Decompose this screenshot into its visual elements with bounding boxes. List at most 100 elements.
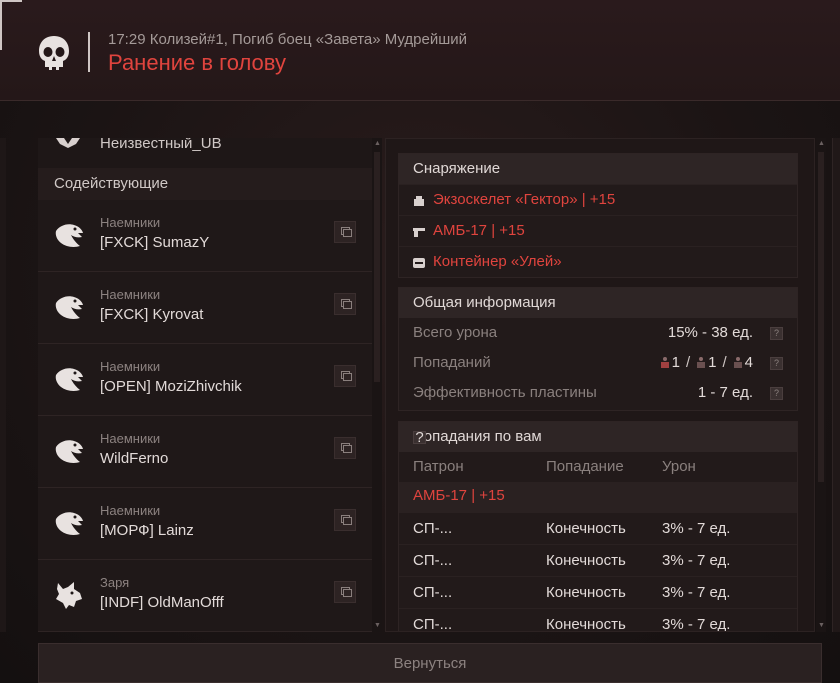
help-icon[interactable]: ? [770, 327, 783, 340]
player-name: [МОРФ] Lainz [100, 522, 194, 539]
table-row[interactable]: СП-... Конечность 3% - 7 ед. [399, 608, 797, 632]
table-row[interactable]: СП-... Конечность 3% - 7 ед. [399, 576, 797, 608]
hit-cell: Конечность [546, 584, 626, 601]
player-faction: Наемники [100, 287, 161, 302]
copy-name-button[interactable] [334, 581, 356, 603]
hit-cell: Конечность [546, 616, 626, 632]
player-name: [FXCK] SumazY [100, 234, 210, 251]
general-info-title: Общая информация [413, 294, 556, 311]
equipment-name: Контейнер «Улей» [433, 253, 562, 270]
container-icon [413, 258, 425, 268]
eagle-icon [55, 440, 83, 463]
app-frame: 17:29 Колизей#1, Погиб боец «Завета» Муд… [0, 0, 840, 683]
total-damage-value: 15% - 38 ед. [667, 324, 753, 341]
armor-icon [414, 196, 424, 206]
scroll-thumb[interactable] [374, 152, 380, 382]
unknown-faction-icon [56, 138, 80, 148]
list-item[interactable]: Наемники [FXCK] SumazY [38, 200, 372, 272]
ammo-cell: СП-... [413, 520, 453, 537]
hits-on-you-card: Попадания по вам ? Патрон Попадание Урон… [398, 421, 798, 632]
equipment-card: Снаряжение Экзоскелет «Гектор» | +15 АМБ… [398, 153, 798, 278]
plate-value: 1 - 7 ед. [697, 384, 753, 401]
column-damage: Урон [662, 458, 696, 475]
killer-row[interactable]: Неизвестный_UB [38, 138, 372, 158]
eagle-icon [55, 512, 83, 535]
damage-cell: 3% - 7 ед. [662, 616, 731, 632]
general-info-card: Общая информация Всего урона 15% - 38 ед… [398, 287, 798, 411]
back-button-label: Вернуться [393, 655, 467, 672]
weapon-group: АМБ-17 | +15 [399, 482, 797, 512]
hit-cell: Конечность [546, 552, 626, 569]
copy-name-button[interactable] [334, 293, 356, 315]
corner-decoration [0, 0, 22, 50]
head-hit-icon [660, 357, 669, 368]
list-item[interactable]: Заря [INDF] OldManOfff [38, 560, 372, 632]
header: 17:29 Колизей#1, Погиб боец «Завета» Муд… [0, 0, 840, 101]
copy-name-button[interactable] [334, 509, 356, 531]
eagle-icon [55, 224, 83, 247]
player-name: [FXCK] Kyrovat [100, 306, 204, 323]
equipment-item[interactable]: Контейнер «Улей» [399, 246, 797, 277]
player-faction: Наемники [100, 215, 161, 230]
left-scrollbar[interactable]: ▲ ▼ [372, 138, 382, 632]
player-name: WildFerno [100, 450, 169, 467]
total-damage-label: Всего урона [413, 324, 498, 341]
hits-label: Попаданий [413, 354, 491, 371]
hits-row: Попаданий 1/1/4 ? [399, 348, 797, 378]
assistants-header: Содействующие [38, 168, 372, 200]
copy-name-button[interactable] [334, 365, 356, 387]
limb-hit-icon [733, 357, 742, 368]
equipment-header: Снаряжение [399, 154, 797, 184]
ammo-cell: СП-... [413, 584, 453, 601]
list-item[interactable]: Наемники WildFerno [38, 416, 372, 488]
list-item[interactable]: Наемники [OPEN] MoziZhivchik [38, 344, 372, 416]
head-hits: 1 [671, 354, 680, 371]
limb-hits: 4 [744, 354, 753, 371]
right-scrollbar[interactable]: ▲ ▼ [816, 138, 826, 632]
player-faction: Наемники [100, 431, 161, 446]
details-panel[interactable]: Снаряжение Экзоскелет «Гектор» | +15 АМБ… [385, 138, 815, 632]
pistol-icon [413, 228, 425, 237]
page-title: Ранение в голову [108, 50, 286, 75]
scroll-down-icon[interactable]: ▼ [818, 622, 825, 629]
help-icon[interactable]: ? [770, 387, 783, 400]
body-hit-icon [696, 357, 706, 368]
damage-cell: 3% - 7 ед. [662, 520, 731, 537]
hits-columns: Патрон Попадание Урон [399, 452, 797, 482]
help-icon[interactable]: ? [770, 357, 783, 370]
copy-name-button[interactable] [334, 221, 356, 243]
general-info-header: Общая информация [399, 288, 797, 318]
table-row[interactable]: СП-... Конечность 3% - 7 ед. [399, 544, 797, 576]
damage-cell: 3% - 7 ед. [662, 584, 731, 601]
killer-name: Неизвестный_UB [100, 138, 222, 152]
list-item[interactable]: Наемники [FXCK] Kyrovat [38, 272, 372, 344]
total-damage-row: Всего урона 15% - 38 ед. ? [399, 318, 797, 348]
column-hit: Попадание [546, 458, 624, 475]
header-divider [88, 32, 90, 72]
column-ammo: Патрон [413, 458, 464, 475]
participants-panel[interactable]: Неизвестный_UB Содействующие Наемники [F… [38, 138, 372, 632]
copy-name-button[interactable] [334, 437, 356, 459]
hit-cell: Конечность [546, 520, 626, 537]
plate-row: Эффективность пластины 1 - 7 ед. ? [399, 378, 797, 408]
equipment-item[interactable]: Экзоскелет «Гектор» | +15 [399, 184, 797, 215]
plate-label: Эффективность пластины [413, 384, 597, 401]
equipment-item[interactable]: АМБ-17 | +15 [399, 215, 797, 246]
assistants-list: Наемники [FXCK] SumazY Наемники [FXCK] K… [38, 200, 372, 632]
skull-icon [39, 36, 69, 70]
ammo-cell: СП-... [413, 616, 453, 632]
scroll-up-icon[interactable]: ▲ [818, 140, 825, 147]
help-icon[interactable]: ? [413, 430, 426, 445]
table-row[interactable]: СП-... Конечность 3% - 7 ед. [399, 512, 797, 544]
list-item[interactable]: Наемники [МОРФ] Lainz [38, 488, 372, 560]
player-name: [INDF] OldManOfff [100, 594, 224, 611]
equipment-name: АМБ-17 | +15 [433, 222, 525, 239]
back-button[interactable]: Вернуться [38, 643, 822, 683]
event-description: 17:29 Колизей#1, Погиб боец «Завета» Муд… [108, 31, 468, 48]
scroll-up-icon[interactable]: ▲ [374, 140, 381, 147]
weapon-name: АМБ-17 | +15 [413, 487, 505, 504]
scroll-thumb[interactable] [818, 152, 824, 482]
player-faction: Наемники [100, 503, 161, 518]
equipment-name: Экзоскелет «Гектор» | +15 [433, 191, 616, 208]
scroll-down-icon[interactable]: ▼ [374, 622, 381, 629]
